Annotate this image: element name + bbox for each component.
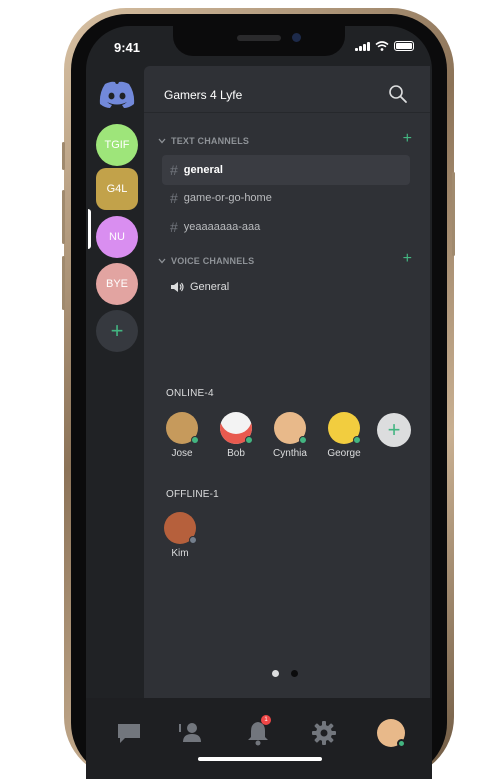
channel-name: General: [190, 281, 230, 293]
add-server-icon: +: [110, 318, 124, 343]
channel-general[interactable]: # general: [162, 155, 410, 185]
status-time: 9:41: [114, 40, 141, 55]
channel-yeaaaaaaa-aaa[interactable]: # yeaaaaaaa-aaa: [162, 212, 410, 242]
profile-avatar-icon: [377, 719, 406, 748]
avatar: [164, 512, 197, 544]
avatar: [220, 412, 253, 444]
channel-panel: Gamers 4 Lyfe TEXT CHANNELS + # general …: [144, 66, 430, 698]
add-voice-channel-button[interactable]: +: [403, 250, 412, 268]
offline-section-label: OFFLINE-1: [166, 489, 219, 500]
server-bye[interactable]: BYE: [96, 263, 138, 305]
server-g4l[interactable]: G4L: [96, 168, 138, 210]
phone-screen: 9:41 TGIF G4L NU BYE + Gamers 4 Lyfe TEX…: [86, 26, 432, 779]
member-name: Bob: [227, 448, 245, 459]
online-status-dot: [397, 739, 406, 748]
member-bob[interactable]: Bob: [211, 412, 261, 459]
avatar: [166, 412, 199, 444]
member-name: George: [327, 448, 361, 459]
tab-notifications[interactable]: 1: [243, 715, 273, 748]
server-nu[interactable]: NU: [96, 216, 138, 258]
server-label: NU: [109, 231, 125, 243]
avatar: [328, 412, 361, 444]
member-george[interactable]: George: [319, 412, 369, 459]
channel-game-or-go-home[interactable]: # game-or-go-home: [162, 183, 410, 213]
cell-signal-icon: [355, 42, 370, 51]
add-text-channel-button[interactable]: +: [403, 130, 412, 148]
wifi-icon: [375, 41, 389, 51]
hash-icon: #: [170, 219, 178, 235]
tab-messages[interactable]: [114, 718, 144, 748]
chat-icon: [118, 724, 140, 743]
member-kim[interactable]: Kim: [155, 512, 205, 559]
friends-icon: [179, 723, 201, 742]
tab-friends[interactable]: [176, 718, 206, 748]
gear-icon: [312, 721, 336, 745]
online-status-dot: [245, 436, 253, 444]
voice-channel-general[interactable]: General: [162, 272, 410, 302]
status-icons: [355, 41, 414, 51]
front-camera: [292, 33, 301, 42]
text-channels-header[interactable]: TEXT CHANNELS: [158, 136, 249, 146]
category-label: TEXT CHANNELS: [171, 136, 250, 146]
member-name: Kim: [171, 548, 189, 559]
online-status-dot: [353, 436, 361, 444]
speaker: [237, 35, 281, 41]
volume-down-button: [62, 256, 65, 310]
tab-settings[interactable]: [309, 718, 339, 748]
chevron-down-icon: [158, 138, 166, 144]
hash-icon: #: [170, 162, 178, 178]
mute-switch: [62, 142, 65, 170]
server-rail: TGIF G4L NU BYE +: [86, 66, 144, 698]
member-name: Cynthia: [273, 448, 307, 459]
hash-icon: #: [170, 190, 178, 206]
notification-badge: 1: [261, 715, 271, 725]
bottom-tab-bar: 1: [86, 698, 432, 779]
online-status-dot: [191, 436, 199, 444]
divider: [144, 112, 430, 113]
volume-up-button: [62, 190, 65, 244]
channel-name: general: [183, 164, 223, 176]
avatar: [274, 412, 307, 444]
category-label: VOICE CHANNELS: [171, 256, 255, 266]
server-tgif[interactable]: TGIF: [96, 124, 138, 166]
active-server-indicator: [88, 209, 91, 249]
home-indicator[interactable]: [198, 757, 322, 761]
add-member-button[interactable]: +: [377, 413, 411, 447]
member-cynthia[interactable]: Cynthia: [265, 412, 315, 459]
power-button: [452, 172, 455, 256]
online-status-dot: [299, 436, 307, 444]
offline-status-dot: [189, 536, 197, 544]
online-section-label: ONLINE-4: [166, 388, 214, 399]
notch: [173, 26, 345, 56]
page-indicator: [272, 670, 298, 677]
battery-icon: [394, 41, 414, 51]
page-dot-active[interactable]: [272, 670, 279, 677]
speaker-icon: [171, 282, 184, 292]
add-server-button[interactable]: +: [96, 310, 138, 352]
member-jose[interactable]: Jose: [157, 412, 207, 459]
server-label: TGIF: [104, 139, 130, 151]
tab-profile[interactable]: [376, 718, 406, 748]
server-label: BYE: [105, 278, 128, 290]
channel-name: yeaaaaaaa-aaa: [183, 221, 261, 233]
discord-home-button[interactable]: [96, 74, 138, 116]
plus-icon: +: [387, 417, 401, 442]
discord-logo-icon: [99, 81, 135, 108]
server-label: G4L: [106, 183, 128, 195]
search-icon[interactable]: [388, 84, 408, 104]
server-title: Gamers 4 Lyfe: [164, 88, 243, 102]
page-dot[interactable]: [291, 670, 298, 677]
voice-channels-header[interactable]: VOICE CHANNELS: [158, 256, 254, 266]
chevron-down-icon: [158, 258, 166, 264]
member-name: Jose: [171, 448, 193, 459]
channel-name: game-or-go-home: [183, 192, 272, 204]
